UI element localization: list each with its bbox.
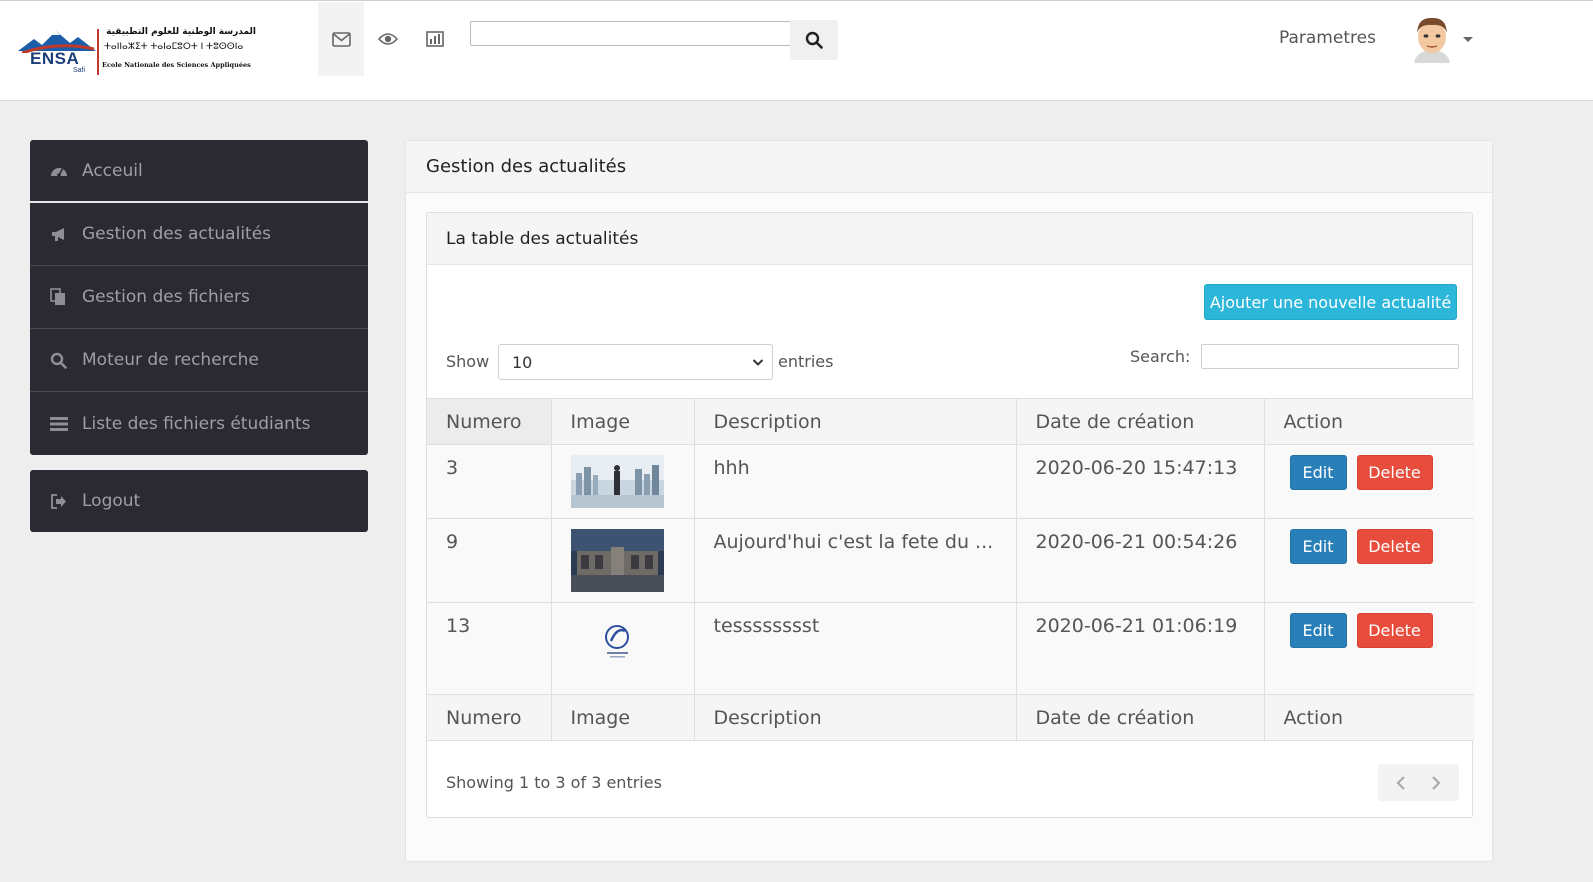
page-length-select[interactable]: 10 — [498, 344, 773, 380]
row-image-cell — [551, 518, 695, 603]
delete-button[interactable]: Delete — [1356, 613, 1433, 648]
user-avatar[interactable] — [1410, 15, 1454, 63]
page-length-value: 10 — [512, 352, 533, 372]
sidebar-item-label: Liste des fichiers étudiants — [82, 413, 311, 434]
row-numero: 9 — [427, 518, 552, 603]
ensa-logo[interactable]: ENSA Safi المدرسة الوطنية للعلوم التطبيق… — [18, 27, 258, 77]
sidebar-item-moteur-recherche[interactable]: Moteur de recherche — [30, 329, 368, 392]
row-numero: 3 — [427, 444, 552, 519]
edit-button[interactable]: Edit — [1289, 529, 1347, 564]
chevron-right-icon[interactable] — [1429, 775, 1443, 791]
list-icon — [50, 416, 82, 431]
row-description: tesssssssst — [694, 602, 1017, 695]
dashboard-icon — [50, 163, 82, 179]
table-info-text: Showing 1 to 3 of 3 entries — [446, 773, 662, 792]
footer-header-date: Date de création — [1016, 694, 1265, 741]
add-news-button[interactable]: Ajouter une nouvelle actualité — [1204, 284, 1457, 320]
sidebar-menu: Acceuil Gestion des actualités Gestion d… — [30, 140, 368, 455]
delete-button[interactable]: Delete — [1356, 455, 1433, 490]
sidebar-item-gestion-fichiers[interactable]: Gestion des fichiers — [30, 266, 368, 329]
logo-city: Safi — [73, 67, 86, 74]
footer-header-action: Action — [1264, 694, 1474, 741]
bar-chart-icon — [426, 31, 444, 47]
row-actions: Edit Delete — [1264, 518, 1474, 603]
sidebar-item-gestion-actualites[interactable]: Gestion des actualités — [30, 203, 368, 266]
row-actions: Edit Delete — [1264, 602, 1474, 695]
avatar-icon — [1414, 17, 1450, 63]
sidebar-item-label: Acceuil — [82, 160, 143, 181]
sidebar-item-liste-fichiers[interactable]: Liste des fichiers étudiants — [30, 392, 368, 455]
table-header-row: Numero Image Description Date de créatio… — [427, 398, 1474, 445]
footer-header-numero: Numero — [427, 694, 552, 741]
row-date: 2020-06-20 15:47:13 — [1016, 444, 1265, 519]
logo-french-text: Ecole Nationale des Sciences Appliquées — [102, 61, 251, 69]
eye-icon — [378, 33, 398, 45]
sidebar-item-label: Gestion des fichiers — [82, 287, 250, 307]
header-search-button[interactable] — [790, 20, 838, 60]
table-footer-row: Numero Image Description Date de créatio… — [427, 694, 1474, 741]
pagination — [1378, 764, 1459, 801]
page-title: Gestion des actualités — [406, 141, 1492, 193]
envelope-icon — [331, 31, 351, 47]
messages-nav[interactable] — [318, 2, 364, 76]
sidebar-item-acceuil[interactable]: Acceuil — [30, 140, 368, 203]
table-panel-title: La table des actualités — [427, 213, 1472, 265]
edit-button[interactable]: Edit — [1289, 613, 1347, 648]
delete-button[interactable]: Delete — [1356, 529, 1433, 564]
search-icon — [50, 352, 82, 369]
logo-image — [570, 613, 664, 676]
header-search-input[interactable] — [470, 21, 791, 46]
row-image-cell — [551, 602, 695, 695]
stats-nav[interactable] — [412, 2, 458, 76]
logo-tifinagh-text: ⵜⴰⵏⵏⴰⵣⵉⵜ ⵜⴰⵏⴰⵎⵓⵔⵜ ⵏ ⵜⵓⵙⵙⵏⴰ — [104, 42, 244, 52]
building-photo-image — [570, 529, 664, 592]
footer-header-description: Description — [694, 694, 1017, 741]
chevron-left-icon[interactable] — [1394, 775, 1408, 791]
sidebar-item-label: Moteur de recherche — [82, 350, 259, 370]
table-search-label: Search: — [1130, 347, 1191, 366]
table-row: 13 tesssssssst 2020-06-21 01:06:19 Edit … — [427, 602, 1474, 695]
files-icon — [50, 288, 82, 306]
show-label: Show — [446, 352, 490, 371]
logo-divider — [97, 29, 99, 75]
sidebar-item-label: Gestion des actualités — [82, 224, 272, 244]
chevron-down-icon — [752, 359, 764, 366]
bullhorn-icon — [50, 226, 82, 242]
search-icon — [805, 31, 823, 49]
logo-brand: ENSA — [30, 49, 80, 68]
news-table-panel: La table des actualités Ajouter une nouv… — [426, 212, 1474, 818]
column-header-description[interactable]: Description — [694, 398, 1017, 445]
row-image-cell — [551, 444, 695, 519]
sign-out-icon — [50, 493, 82, 509]
column-header-image[interactable]: Image — [551, 398, 695, 445]
edit-button[interactable]: Edit — [1289, 455, 1347, 490]
top-navbar: ENSA Safi المدرسة الوطنية للعلوم التطبيق… — [0, 0, 1593, 101]
news-table: Numero Image Description Date de créatio… — [427, 398, 1474, 741]
column-header-numero[interactable]: Numero — [427, 398, 552, 445]
city-skyline-image — [570, 455, 664, 508]
table-row: 3 hhh 2020-06-20 15:47:13 Edit Delete — [427, 444, 1474, 519]
table-row: 9 Aujourd'hui c'est la fete du ... 2020-… — [427, 518, 1474, 603]
row-date: 2020-06-21 00:54:26 — [1016, 518, 1265, 603]
column-header-action[interactable]: Action — [1264, 398, 1474, 445]
views-nav[interactable] — [365, 2, 411, 76]
logo-arabic-text: المدرسة الوطنية للعلوم التطبيقية — [106, 27, 256, 37]
user-menu-caret-icon[interactable] — [1463, 37, 1473, 42]
main-panel: Gestion des actualités La table des actu… — [405, 140, 1493, 862]
footer-header-image: Image — [551, 694, 695, 741]
logout-label: Logout — [82, 491, 141, 511]
column-header-date[interactable]: Date de création — [1016, 398, 1265, 445]
row-date: 2020-06-21 01:06:19 — [1016, 602, 1265, 695]
logout-button[interactable]: Logout — [30, 470, 368, 532]
row-description: hhh — [694, 444, 1017, 519]
entries-label: entries — [778, 352, 834, 371]
table-search-input[interactable] — [1201, 344, 1459, 369]
settings-link[interactable]: Parametres — [1279, 28, 1376, 48]
row-numero: 13 — [427, 602, 552, 695]
row-description: Aujourd'hui c'est la fete du ... — [694, 518, 1017, 603]
row-actions: Edit Delete — [1264, 444, 1474, 519]
